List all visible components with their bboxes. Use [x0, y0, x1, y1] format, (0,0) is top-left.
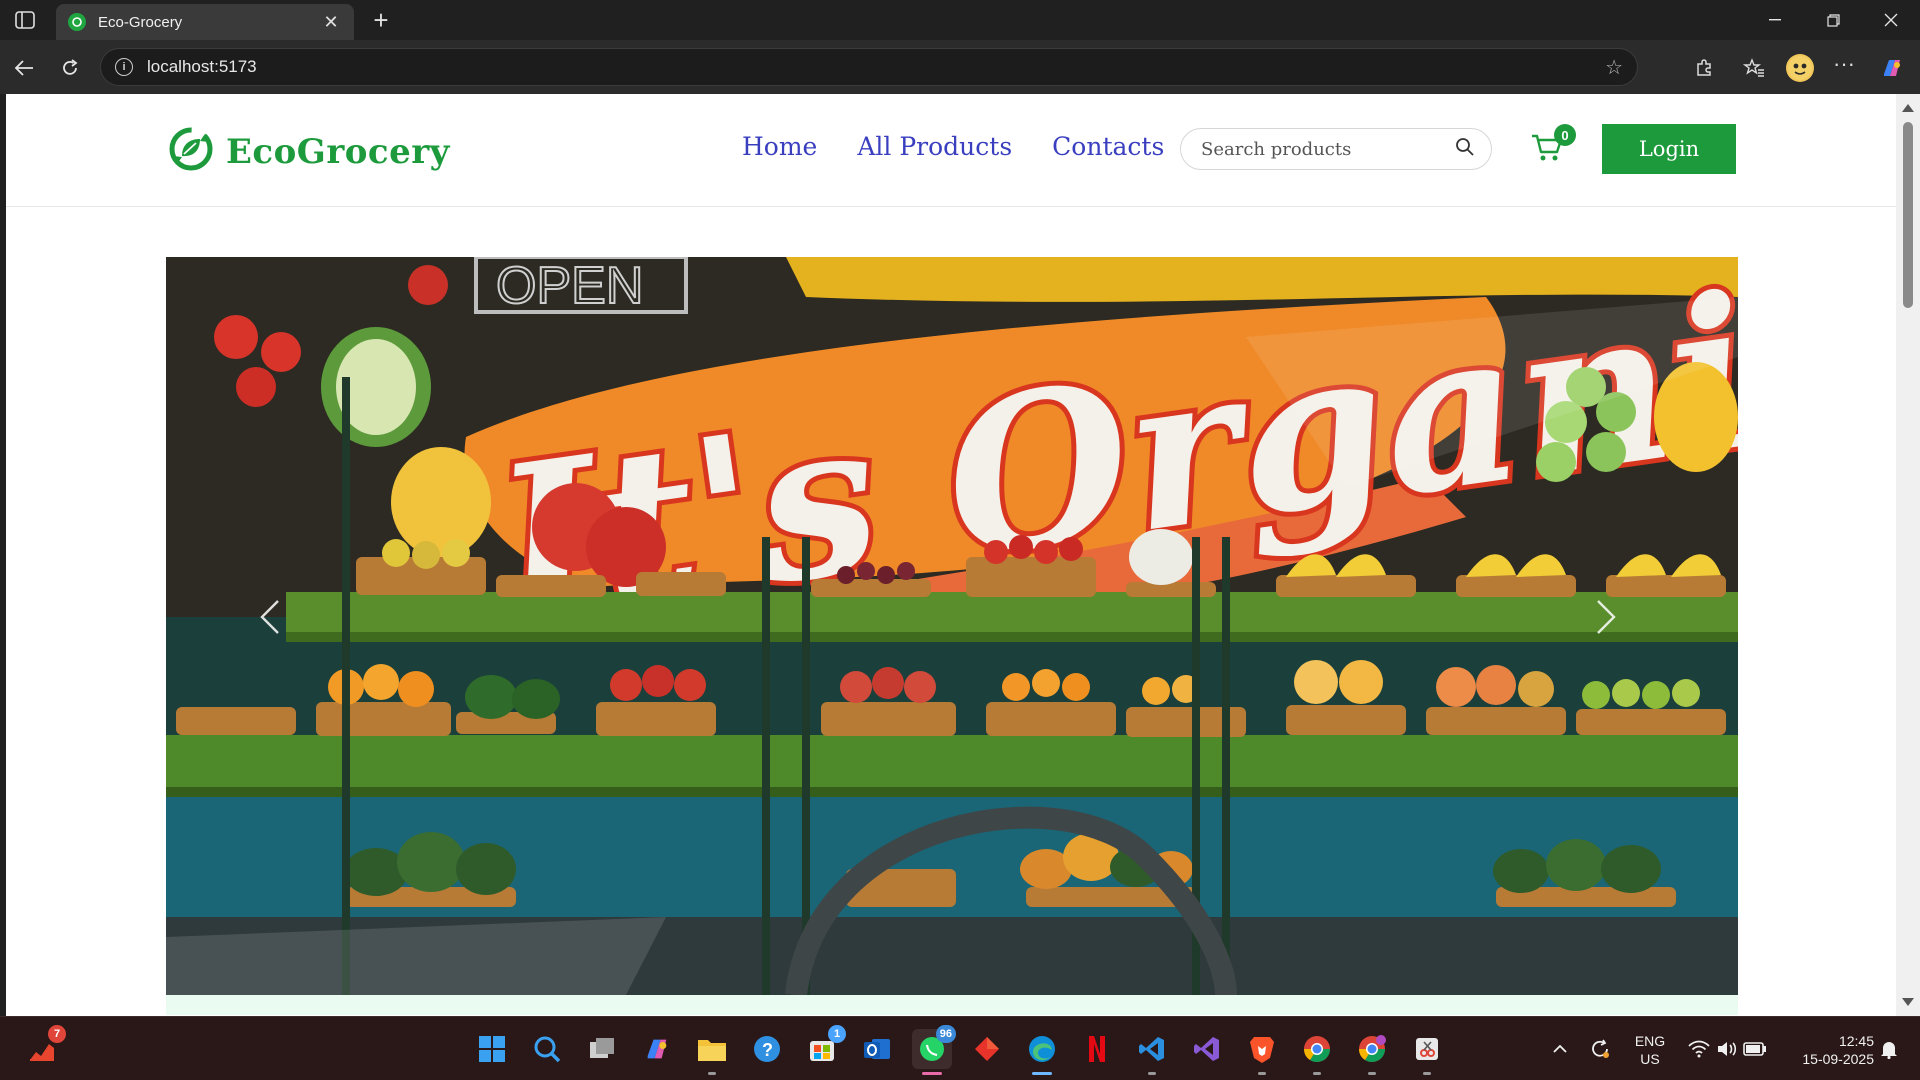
app-diamond-icon[interactable]: [967, 1029, 1007, 1069]
os-taskbar: 7 ? 1 96 ENG US 12:45 15-09-2025: [0, 1016, 1920, 1080]
file-explorer-icon[interactable]: [692, 1029, 732, 1075]
page-viewport: EcoGrocery Home All Products Contacts 0 …: [6, 94, 1896, 1016]
site-info-icon[interactable]: i: [115, 58, 133, 76]
restore-icon[interactable]: [1804, 0, 1862, 40]
profile-avatar-icon[interactable]: [1786, 54, 1814, 82]
running-indicator: [1258, 1072, 1266, 1075]
tab-title: Eco-Grocery: [98, 13, 183, 31]
clock[interactable]: 12:45 15-09-2025: [1784, 1032, 1874, 1068]
nav-link-contacts[interactable]: Contacts: [1052, 132, 1164, 161]
scrollbar-thumb[interactable]: [1903, 122, 1913, 308]
search-input[interactable]: [1201, 138, 1455, 160]
chrome-profile-icon[interactable]: [1352, 1029, 1392, 1075]
clock-time: 12:45: [1838, 1033, 1874, 1049]
notification-bell-icon[interactable]: [1874, 1029, 1904, 1069]
search-taskbar-icon[interactable]: [527, 1029, 567, 1069]
cart-count-badge: 0: [1554, 124, 1576, 146]
snipping-tool-icon[interactable]: [1407, 1029, 1447, 1075]
organic-market-image: OPEN It's Organic!: [166, 257, 1738, 995]
windows-start-icon[interactable]: [472, 1029, 512, 1069]
site-header: EcoGrocery Home All Products Contacts 0 …: [6, 94, 1896, 207]
copilot-icon[interactable]: [1876, 52, 1908, 84]
extensions-icon[interactable]: [1688, 52, 1720, 84]
browser-address-bar: i localhost:5173 ☆ ···: [0, 40, 1920, 94]
store-badge: 1: [828, 1025, 846, 1043]
running-indicator: [922, 1072, 942, 1075]
main-nav: Home All Products Contacts: [742, 132, 1164, 161]
site-logo[interactable]: EcoGrocery: [168, 126, 450, 177]
search-icon[interactable]: [1455, 137, 1475, 162]
store-icon[interactable]: 1: [802, 1025, 846, 1069]
shopping-cart-icon: [1530, 134, 1564, 168]
running-indicator: [1148, 1072, 1156, 1075]
page-scrollbar[interactable]: [1896, 94, 1920, 1016]
running-indicator: [1368, 1072, 1376, 1075]
vscode-icon[interactable]: [1132, 1029, 1172, 1075]
reload-icon[interactable]: [54, 52, 86, 84]
notification-count-badge: 7: [48, 1025, 66, 1043]
favorite-star-icon[interactable]: ☆: [1605, 55, 1623, 80]
search-box: [1180, 128, 1492, 170]
netflix-icon[interactable]: [1077, 1029, 1117, 1069]
performance-widget-icon[interactable]: 7: [22, 1025, 66, 1069]
help-icon[interactable]: ?: [747, 1029, 787, 1069]
clock-date: 15-09-2025: [1802, 1051, 1874, 1067]
outlook-icon[interactable]: [857, 1029, 897, 1069]
eco-favicon-icon: [68, 13, 86, 31]
language-indicator[interactable]: ENG US: [1630, 1032, 1670, 1068]
nav-link-home[interactable]: Home: [742, 132, 817, 161]
carousel-next-button[interactable]: [1594, 597, 1644, 657]
chevron-up-icon[interactable]: [1544, 1029, 1576, 1069]
favorites-icon[interactable]: [1738, 52, 1770, 84]
eco-leaf-logo-icon: [168, 126, 214, 177]
copilot-taskbar-icon[interactable]: [637, 1029, 677, 1069]
volume-icon[interactable]: [1712, 1029, 1742, 1069]
new-tab-button[interactable]: +: [366, 6, 396, 34]
brave-browser-icon[interactable]: [1242, 1029, 1282, 1075]
login-button[interactable]: Login: [1602, 124, 1736, 174]
tab-actions-icon[interactable]: [12, 8, 38, 32]
whatsapp-badge: 96: [935, 1025, 956, 1043]
browser-tab[interactable]: Eco-Grocery ✕: [56, 4, 354, 40]
scroll-up-icon[interactable]: [1902, 104, 1914, 112]
nav-link-all-products[interactable]: All Products: [857, 132, 1012, 161]
edge-browser-icon[interactable]: [1022, 1029, 1062, 1075]
open-sign: OPEN: [496, 257, 643, 315]
sync-status-icon[interactable]: [1584, 1029, 1616, 1069]
scroll-down-icon[interactable]: [1902, 998, 1914, 1006]
browser-tab-bar: Eco-Grocery ✕ +: [0, 0, 1920, 40]
cart-button[interactable]: 0: [1530, 124, 1576, 168]
keyboard-region: US: [1640, 1051, 1660, 1067]
tab-close-icon[interactable]: ✕: [320, 12, 342, 33]
logo-text: EcoGrocery: [226, 131, 450, 172]
carousel-prev-button[interactable]: [258, 597, 308, 657]
battery-icon[interactable]: [1740, 1029, 1770, 1069]
close-window-icon[interactable]: [1862, 0, 1920, 40]
back-arrow-icon[interactable]: [8, 52, 40, 84]
svg-text:?: ?: [762, 1040, 773, 1060]
wifi-icon[interactable]: [1684, 1029, 1714, 1069]
chrome-icon[interactable]: [1297, 1029, 1337, 1075]
whatsapp-icon[interactable]: 96: [912, 1025, 956, 1075]
minimize-icon[interactable]: [1746, 0, 1804, 40]
url-text: localhost:5173: [147, 57, 257, 76]
hero-carousel: OPEN It's Organic!: [166, 257, 1738, 995]
language-code: ENG: [1634, 1033, 1666, 1049]
url-field[interactable]: i localhost:5173 ☆: [100, 48, 1638, 86]
running-indicator: [708, 1072, 716, 1075]
task-view-icon[interactable]: [582, 1029, 622, 1069]
running-indicator: [1032, 1072, 1052, 1075]
hero-bottom-band: [166, 995, 1738, 1015]
visual-studio-icon[interactable]: [1187, 1029, 1227, 1069]
more-menu-icon[interactable]: ···: [1828, 48, 1860, 80]
running-indicator: [1423, 1072, 1431, 1075]
running-indicator: [1313, 1072, 1321, 1075]
